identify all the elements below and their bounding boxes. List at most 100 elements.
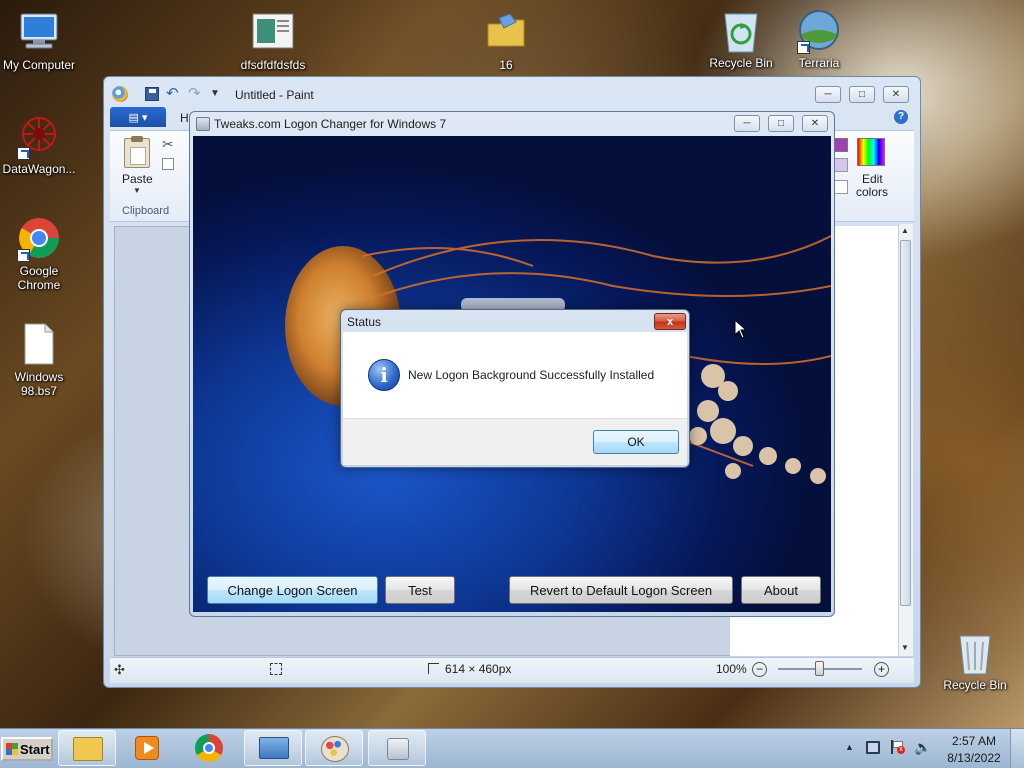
tab-home[interactable]: H xyxy=(180,111,189,125)
paint-icon xyxy=(321,736,349,762)
information-icon: i xyxy=(368,359,400,391)
cursor-position-icon: ✣ xyxy=(114,662,125,677)
show-desktop-button[interactable] xyxy=(1010,729,1024,768)
status-message: New Logon Background Successfully Instal… xyxy=(408,368,655,382)
taskbar-logon-tweaks[interactable] xyxy=(368,730,426,766)
logon-changer-maximize-button[interactable]: □ xyxy=(768,115,794,132)
logon-changer-window-title: Tweaks.com Logon Changer for Windows 7 xyxy=(214,117,447,131)
image-size-label: 614 × 460px xyxy=(445,662,512,676)
color-swatch-empty[interactable] xyxy=(834,180,848,194)
shortcut-arrow-icon xyxy=(17,147,30,160)
revert-default-logon-button[interactable]: Revert to Default Logon Screen xyxy=(509,576,733,604)
desktop-icon-label: Recycle Bin xyxy=(943,678,1007,692)
taskbar-chrome[interactable] xyxy=(181,730,239,766)
chrome-icon xyxy=(195,734,223,762)
taskbar-media-player[interactable] xyxy=(118,730,176,766)
edit-colors-label-line2[interactable]: colors xyxy=(856,185,888,199)
desktop-icon-dfsdfdfdsfds[interactable]: dfsdfdfdsfds xyxy=(232,10,314,72)
zoom-out-icon[interactable]: − xyxy=(752,662,767,677)
scroll-down-arrow-icon[interactable]: ▼ xyxy=(901,643,909,652)
change-logon-screen-button[interactable]: Change Logon Screen xyxy=(207,576,378,604)
windows-logo-icon xyxy=(6,743,18,755)
desktop-icon-windows98-bs7[interactable]: Windows 98.bs7 xyxy=(0,322,80,398)
selection-size-icon xyxy=(270,663,282,675)
zoom-slider-thumb[interactable] xyxy=(815,661,824,676)
scroll-thumb[interactable] xyxy=(900,240,911,606)
paint-statusbar xyxy=(110,657,914,683)
folder-icon xyxy=(484,10,528,54)
taskbar-logon-changer[interactable] xyxy=(244,730,302,766)
action-center-flag-icon[interactable]: x xyxy=(891,740,905,754)
recycle-bin-empty-icon xyxy=(953,630,997,675)
tweaks-tool-icon xyxy=(387,738,409,760)
status-dialog-title: Status xyxy=(347,315,382,329)
undo-icon[interactable]: ↶ xyxy=(166,86,182,102)
clipboard-group-label: Clipboard xyxy=(122,205,170,217)
taskbar-explorer[interactable] xyxy=(58,730,116,766)
paste-dropdown-icon[interactable]: ▼ xyxy=(133,186,141,195)
status-dialog-close-button[interactable]: x xyxy=(654,313,686,330)
paste-icon[interactable] xyxy=(124,136,150,168)
paint-minimize-button[interactable]: ─ xyxy=(815,86,841,103)
paint-window-title: Untitled - Paint xyxy=(235,88,314,102)
show-hidden-icons-arrow-icon[interactable]: ▲ xyxy=(845,742,854,752)
copy-icon[interactable] xyxy=(162,158,174,170)
desktop-icon-datawagon[interactable]: DataWagon... xyxy=(0,114,80,176)
desktop-icon-recycle-bin-bottom[interactable]: Recycle Bin xyxy=(934,630,1016,692)
mouse-cursor-icon xyxy=(734,318,748,342)
paint-app-icon xyxy=(112,86,128,102)
taskbar-paint[interactable] xyxy=(305,730,363,766)
paste-button-label[interactable]: Paste xyxy=(122,172,153,186)
save-icon[interactable] xyxy=(145,87,159,101)
clock-time[interactable]: 2:57 AM xyxy=(948,734,1000,748)
quick-access-dropdown-icon[interactable]: ▼ xyxy=(210,88,220,99)
shortcut-arrow-icon xyxy=(797,41,810,54)
zoom-level-label: 100% xyxy=(716,662,747,676)
logon-changer-close-button[interactable]: ✕ xyxy=(802,115,828,132)
edit-colors-icon[interactable] xyxy=(857,138,885,166)
desktop-icon-recycle-bin-top[interactable]: Recycle Bin xyxy=(700,8,782,70)
about-button[interactable]: About xyxy=(741,576,821,604)
clock-date[interactable]: 8/13/2022 xyxy=(944,751,1004,765)
desktop-icon-label: dfsdfdfdsfds xyxy=(240,58,306,72)
desktop-icon-label: Windows 98.bs7 xyxy=(14,370,64,398)
desktop-icon-terraria[interactable]: Terraria xyxy=(778,8,860,70)
logon-changer-icon xyxy=(259,737,289,759)
desktop-icon-label: My Computer xyxy=(2,58,76,72)
media-player-icon xyxy=(135,736,159,760)
scroll-up-arrow-icon[interactable]: ▲ xyxy=(901,226,909,235)
terraria-icon xyxy=(797,8,841,54)
start-button[interactable]: Start xyxy=(1,737,53,761)
file-icon xyxy=(17,322,61,366)
ok-button[interactable]: OK xyxy=(593,430,679,454)
desktop-icon-16[interactable]: 16 xyxy=(465,10,547,72)
cut-icon[interactable]: ✂ xyxy=(162,136,174,153)
desktop-icon-my-computer[interactable]: My Computer xyxy=(0,10,80,72)
shortcut-arrow-icon xyxy=(17,249,30,262)
test-button[interactable]: Test xyxy=(385,576,455,604)
desktop-icon-google-chrome[interactable]: Google Chrome xyxy=(0,216,80,292)
volume-icon[interactable]: 🔈 xyxy=(914,739,931,756)
logon-changer-minimize-button[interactable]: ─ xyxy=(734,115,760,132)
chrome-icon xyxy=(17,216,61,262)
zoom-in-icon[interactable]: + xyxy=(874,662,889,677)
desktop-icon-label: Recycle Bin xyxy=(709,56,773,70)
paint-menu-button[interactable]: ▤ ▾ xyxy=(110,107,166,127)
folder-icon xyxy=(73,737,103,761)
desktop-icon-label: DataWagon... xyxy=(2,162,76,176)
color-swatch-purple[interactable] xyxy=(834,138,848,152)
desktop-icon-label: Google Chrome xyxy=(17,264,61,292)
paint-close-button[interactable]: ✕ xyxy=(883,86,909,103)
edit-colors-label-line1[interactable]: Edit xyxy=(862,172,883,186)
computer-icon xyxy=(17,10,61,54)
redo-icon[interactable]: ↷ xyxy=(188,86,204,102)
recycle-bin-full-icon xyxy=(719,8,763,53)
color-swatch-lavender[interactable] xyxy=(834,158,848,172)
datawagon-icon xyxy=(17,114,61,160)
image-size-icon xyxy=(428,663,439,674)
network-icon[interactable] xyxy=(866,741,880,754)
help-icon[interactable]: ? xyxy=(894,110,908,124)
paint-maximize-button[interactable]: □ xyxy=(849,86,875,103)
logon-changer-app-icon xyxy=(196,117,210,131)
desktop-icon-label: 16 xyxy=(499,58,513,72)
